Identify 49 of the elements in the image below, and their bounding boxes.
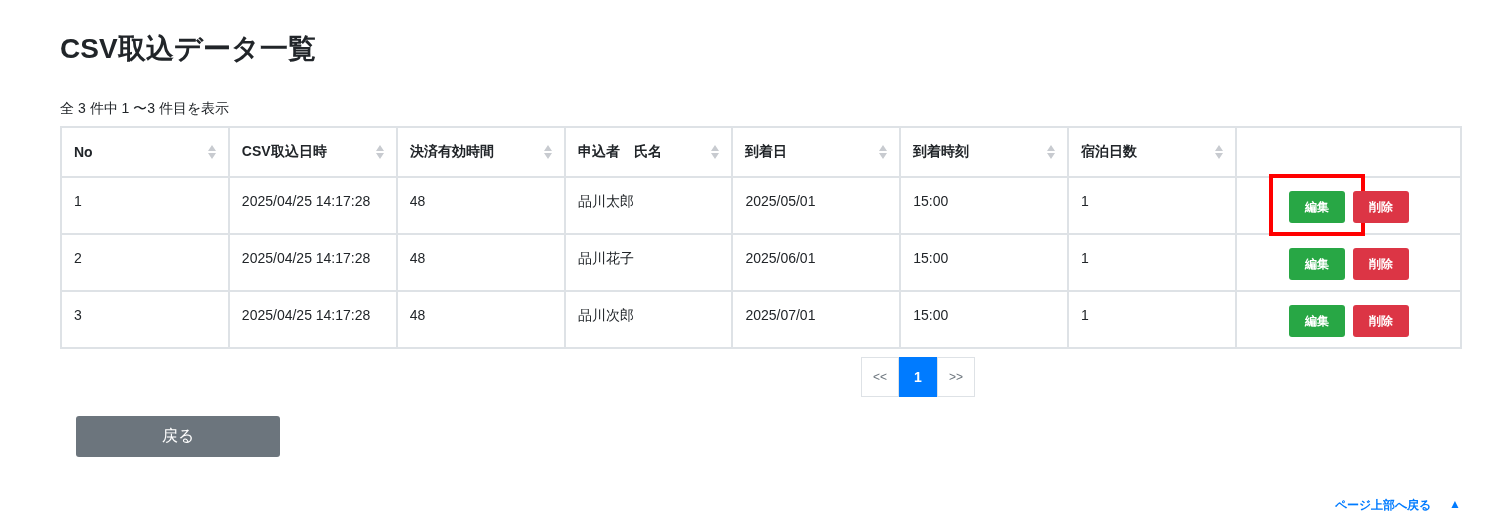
sort-icon[interactable] (1047, 145, 1056, 159)
table-cell: 2025/04/25 14:17:28 (241, 193, 371, 209)
pagination-prev[interactable]: << (861, 357, 899, 397)
edit-button[interactable]: 編集 (1288, 248, 1345, 280)
table-cell: 15:00 (913, 307, 949, 323)
sort-icon[interactable] (375, 145, 384, 159)
table-cell: 品川太郎 (577, 193, 634, 209)
table-cell: 2025/06/01 (745, 250, 816, 266)
table-cell: 2025/05/01 (745, 193, 816, 209)
pagination-page[interactable]: 1 (899, 357, 937, 397)
table-cell: 2025/07/01 (745, 307, 816, 323)
table-cell: 2025/04/25 14:17:28 (241, 250, 371, 266)
table-cell: 1 (74, 193, 82, 209)
column-header: No (74, 144, 93, 160)
table-cell: 1 (1081, 250, 1089, 266)
delete-button[interactable]: 削除 (1352, 191, 1409, 223)
table-cell: 2 (74, 250, 82, 266)
table-cell: 15:00 (913, 250, 949, 266)
edit-button[interactable]: 編集 (1288, 191, 1345, 223)
edit-button[interactable]: 編集 (1288, 305, 1345, 337)
table-cell: 1 (1081, 193, 1089, 209)
column-header: 到着時刻 (913, 143, 970, 161)
sort-icon[interactable] (543, 145, 552, 159)
table-cell: 48 (409, 193, 426, 209)
page-top-link[interactable]: ページ上部へ戻る (1335, 497, 1432, 514)
column-header: 決済有効時間 (409, 143, 494, 161)
column-header: 申込者 氏名 (577, 143, 662, 161)
sort-icon[interactable] (711, 145, 720, 159)
back-button[interactable]: 戻る (76, 416, 280, 457)
table-cell: 48 (409, 307, 426, 323)
sort-icon[interactable] (879, 145, 888, 159)
table-cell: 品川花子 (577, 250, 634, 266)
table-cell: 品川次郎 (577, 307, 634, 323)
up-arrow-icon[interactable]: ▲ (1449, 497, 1461, 514)
page-title: CSV取込データ一覧 (60, 32, 317, 66)
table-cell: 48 (409, 250, 426, 266)
result-summary: 全 3 件中 1 〜3 件目を表示 (60, 100, 230, 118)
table-cell: 2025/04/25 14:17:28 (241, 307, 371, 323)
sort-icon[interactable] (1215, 145, 1223, 159)
column-header: CSV取込日時 (241, 143, 327, 161)
table-cell: 1 (1081, 307, 1089, 323)
column-header: 宿泊日数 (1081, 143, 1138, 161)
table-cell: 15:00 (913, 193, 949, 209)
delete-button[interactable]: 削除 (1352, 248, 1409, 280)
pagination-next[interactable]: >> (937, 357, 975, 397)
delete-button[interactable]: 削除 (1352, 305, 1409, 337)
sort-icon[interactable] (207, 145, 216, 159)
column-header: 到着日 (745, 143, 788, 161)
table-cell: 3 (74, 307, 82, 323)
